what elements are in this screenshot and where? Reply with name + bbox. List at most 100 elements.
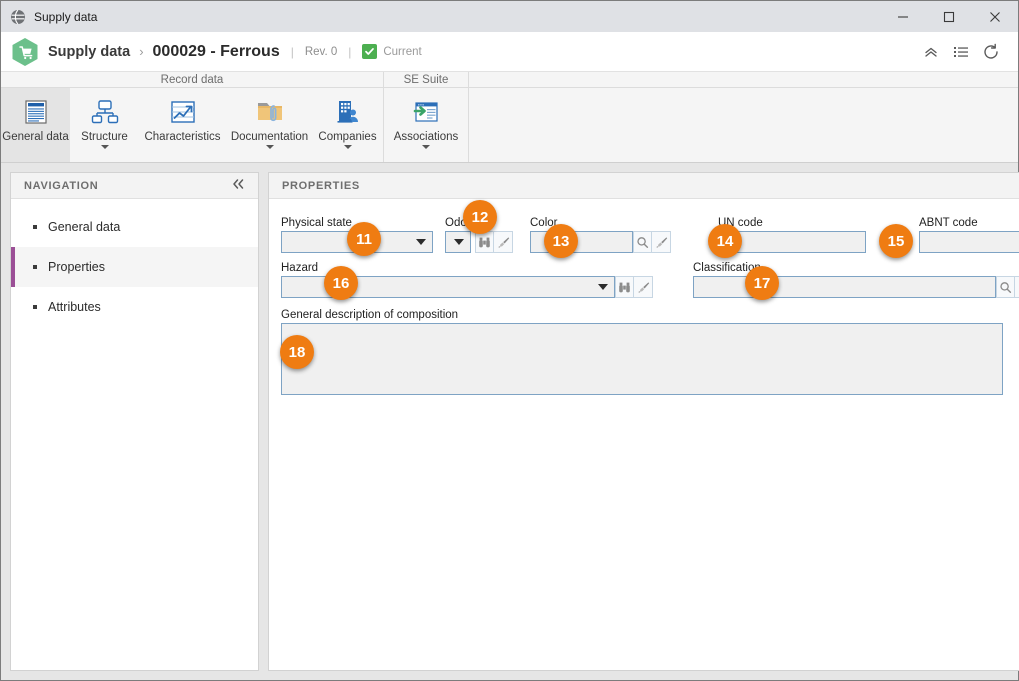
maximize-button[interactable]: [926, 1, 972, 32]
navigation-panel: NAVIGATION General data Properties Attri…: [10, 172, 259, 671]
ribbon-group-se-suite: SE Suite Associations: [384, 72, 469, 162]
description-label: General description of composition: [281, 309, 459, 321]
window-title: Supply data: [34, 9, 98, 24]
chevron-down-icon[interactable]: [100, 145, 109, 149]
chevron-down-icon: [454, 239, 464, 245]
ribbon-button-label: Structure: [81, 131, 128, 143]
ribbon-button-label: Associations: [393, 131, 459, 143]
record-header: Supply data › 000029 - Ferrous | Rev. 0 …: [1, 32, 1018, 71]
header-divider-1: |: [290, 44, 294, 59]
sidebar-item-properties[interactable]: Properties: [11, 247, 258, 287]
ribbon-group-title: Record data: [1, 72, 383, 88]
ribbon-group-record-data: Record data General data Structure Chara…: [1, 72, 384, 162]
navigation-list: General data Properties Attributes: [11, 199, 258, 327]
step-badge-17: 17: [745, 266, 779, 300]
step-badge-14: 14: [708, 224, 742, 258]
bullet-icon: [33, 305, 37, 309]
brush-icon[interactable]: [1015, 276, 1019, 298]
status-label: Current: [383, 45, 422, 58]
brush-icon[interactable]: [634, 276, 653, 298]
description-field: General description of composition: [281, 309, 1003, 395]
hierarchy-icon: [89, 94, 121, 130]
ribbon-button-characteristics[interactable]: Characteristics: [139, 88, 226, 162]
ribbon-group-title-empty: [469, 72, 1018, 88]
ribbon-button-label: Companies: [318, 131, 377, 143]
brush-icon[interactable]: [652, 231, 671, 253]
ribbon-button-label: Documentation: [230, 131, 309, 143]
ribbon-toolbar: Record data General data Structure Chara…: [1, 71, 1018, 163]
ribbon-button-label: Characteristics: [144, 131, 221, 143]
sidebar-item-attributes[interactable]: Attributes: [11, 287, 258, 327]
classification-label: Classification: [693, 262, 761, 274]
window-arrow-icon: [410, 94, 442, 130]
content-area: NAVIGATION General data Properties Attri…: [1, 163, 1019, 680]
ribbon-button-label: General data: [2, 131, 69, 143]
description-textarea[interactable]: [281, 323, 1003, 395]
abnt-code-input[interactable]: [919, 231, 1019, 253]
ribbon-group-title: SE Suite: [384, 72, 468, 88]
ribbon-button-general-data[interactable]: General data: [1, 88, 70, 162]
ribbon-button-documentation[interactable]: Documentation: [226, 88, 313, 162]
minimize-button[interactable]: [880, 1, 926, 32]
ribbon-button-companies[interactable]: Companies: [313, 88, 382, 162]
step-badge-11: 11: [347, 222, 381, 256]
odor-select[interactable]: [445, 231, 471, 253]
breadcrumb-separator: ›: [139, 44, 144, 59]
abnt-code-label: ABNT code: [919, 217, 978, 229]
binoculars-icon[interactable]: [475, 231, 494, 253]
supply-hexagon-icon: [11, 37, 39, 67]
brush-icon[interactable]: [494, 231, 513, 253]
collapse-icon[interactable]: [916, 37, 946, 67]
header-divider-2: |: [348, 44, 352, 59]
magnifier-icon[interactable]: [996, 276, 1015, 298]
magnifier-icon[interactable]: [633, 231, 652, 253]
ribbon-button-associations[interactable]: Associations: [384, 88, 468, 162]
document-lines-icon: [20, 94, 52, 130]
ribbon-group-empty: [469, 72, 1018, 162]
globe-icon: [10, 9, 26, 25]
properties-row-3: General description of composition: [281, 309, 1019, 395]
list-icon[interactable]: [946, 37, 976, 67]
un-code-label: UN code: [718, 217, 763, 229]
step-badge-12: 12: [463, 200, 497, 234]
check-icon: [362, 44, 378, 59]
close-button[interactable]: [972, 1, 1018, 32]
title-bar: Supply data: [1, 1, 1018, 32]
abnt-code-field: ABNT code: [919, 217, 1019, 253]
chevron-down-icon: [416, 239, 426, 245]
ribbon-button-structure[interactable]: Structure: [70, 88, 139, 162]
sidebar-item-label: General data: [48, 220, 121, 234]
step-badge-16: 16: [324, 266, 358, 300]
building-people-icon: [332, 94, 364, 130]
properties-title: PROPERTIES: [282, 179, 360, 192]
bullet-icon: [33, 225, 37, 229]
properties-header: PROPERTIES: [269, 173, 1019, 199]
sidebar-item-general-data[interactable]: General data: [11, 207, 258, 247]
classification-field: Classification: [693, 262, 1019, 298]
sidebar-item-label: Properties: [48, 260, 105, 274]
step-badge-18: 18: [280, 335, 314, 369]
folder-clip-icon: [254, 94, 286, 130]
revision-label: Rev. 0: [304, 45, 338, 58]
window-controls: [880, 1, 1018, 32]
breadcrumb-root[interactable]: Supply data: [48, 44, 130, 60]
sidebar-item-label: Attributes: [48, 300, 101, 314]
refresh-icon[interactable]: [976, 37, 1006, 67]
chevron-down-icon[interactable]: [265, 145, 274, 149]
status-badge: Current: [362, 44, 422, 59]
step-badge-13: 13: [544, 224, 578, 258]
record-title: 000029 - Ferrous: [152, 42, 280, 60]
chevron-down-icon[interactable]: [343, 145, 352, 149]
double-chevron-left-icon[interactable]: [231, 177, 245, 195]
chevron-down-icon: [598, 284, 608, 290]
chevron-down-icon[interactable]: [422, 145, 430, 149]
chart-trend-icon: [167, 94, 199, 130]
classification-input[interactable]: [693, 276, 996, 298]
properties-row-2: Hazard Classification: [281, 262, 1019, 298]
application-window: Supply data Supply data › 000029 - Ferro…: [0, 0, 1019, 681]
step-badge-15: 15: [879, 224, 913, 258]
binoculars-icon[interactable]: [615, 276, 634, 298]
bullet-icon: [33, 265, 37, 269]
navigation-header: NAVIGATION: [11, 173, 258, 199]
navigation-title: NAVIGATION: [24, 179, 99, 192]
